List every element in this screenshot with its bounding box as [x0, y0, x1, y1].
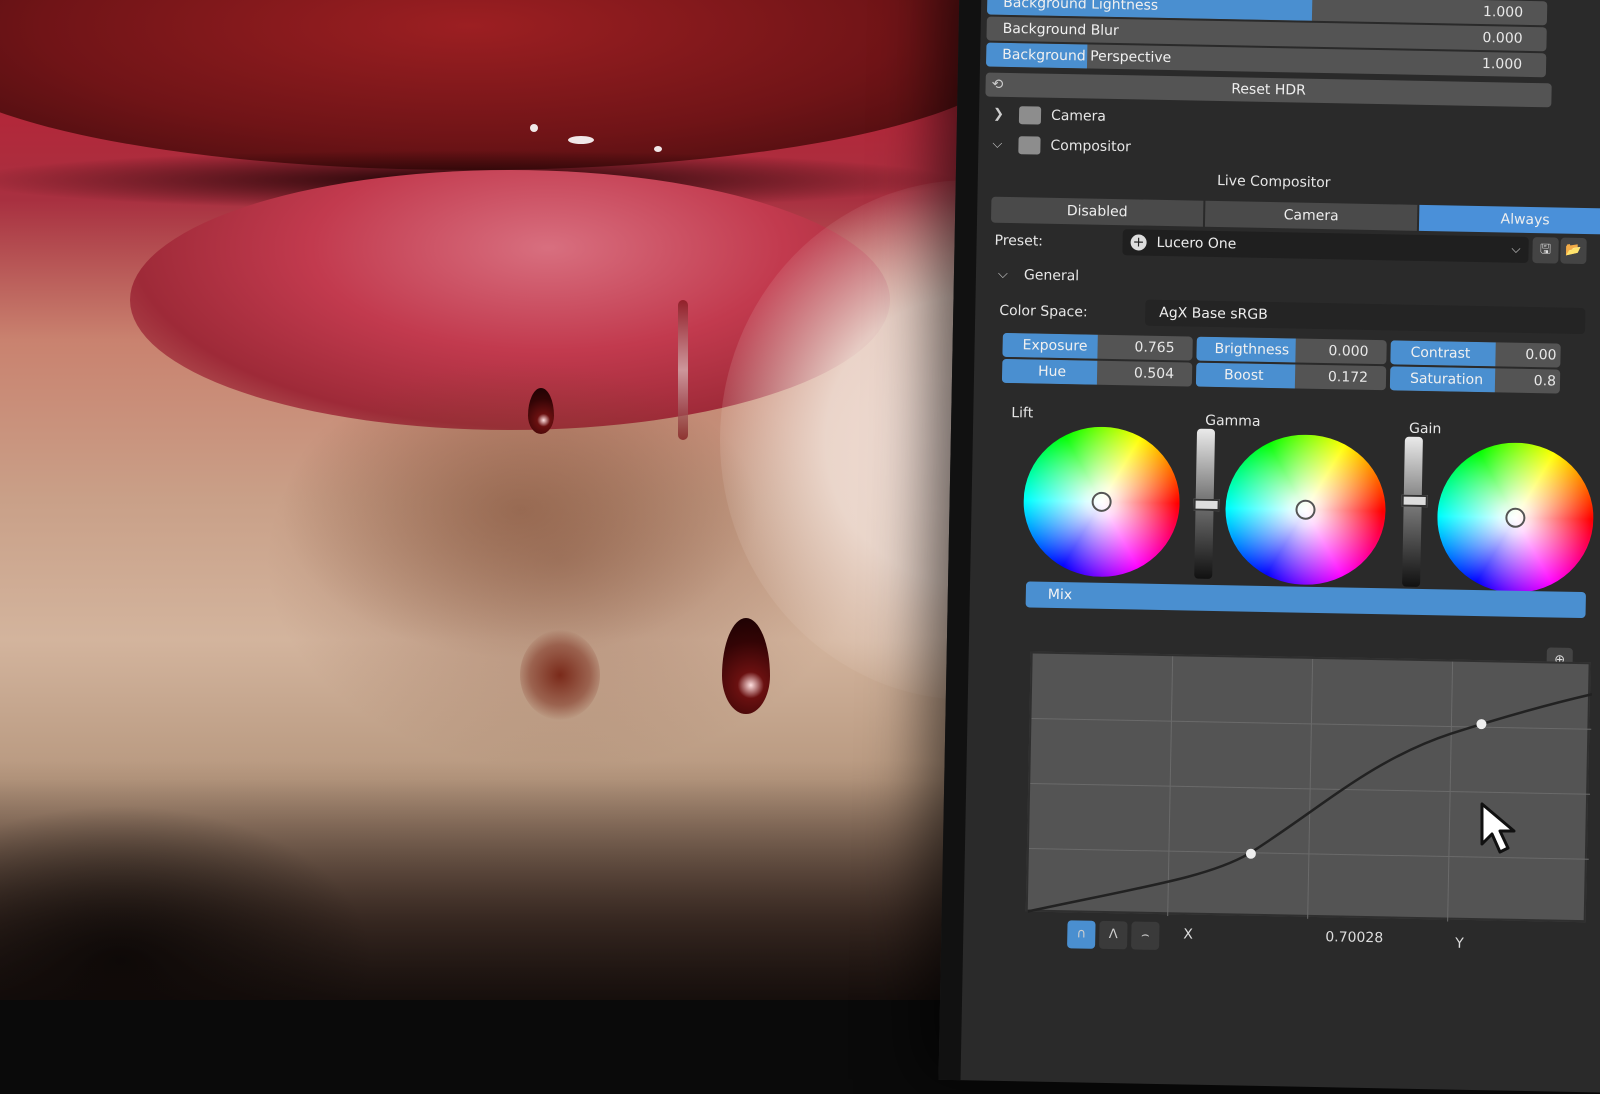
- exposure-field[interactable]: Exposure 0.765: [1002, 332, 1193, 361]
- field-label: Exposure: [1022, 337, 1088, 355]
- general-title: General: [1023, 267, 1080, 285]
- smooth-handle-icon[interactable]: ∩: [1067, 920, 1096, 949]
- reset-hdr-label: Reset HDR: [1231, 81, 1307, 99]
- field-label: Hue: [1037, 363, 1067, 381]
- color-space-dropdown[interactable]: AgX Base sRGB: [1145, 299, 1586, 335]
- mouse-cursor-icon: [1480, 802, 1516, 854]
- curve-graph: [1027, 656, 1593, 922]
- save-preset-icon[interactable]: 🖫: [1532, 237, 1559, 264]
- contrast-field[interactable]: Contrast 0.00: [1390, 340, 1561, 368]
- chevron-right-icon: ❯: [992, 106, 1005, 122]
- reset-icon: ⟲: [991, 76, 1004, 93]
- field-value: 0.000: [1482, 30, 1523, 47]
- color-space-value: AgX Base sRGB: [1159, 304, 1268, 323]
- wheel-knob[interactable]: [1505, 507, 1526, 528]
- field-label: Boost: [1223, 367, 1264, 384]
- slider-knob[interactable]: [1401, 494, 1428, 508]
- field-value: 1.000: [1481, 56, 1523, 73]
- reset-hdr-button[interactable]: ⟲ Reset HDR: [985, 72, 1552, 108]
- auto-handle-icon[interactable]: ⌢: [1131, 921, 1160, 951]
- gain-label: Gain: [1408, 420, 1442, 438]
- curve-grid: [1028, 656, 1592, 922]
- compositor-icon: [1018, 136, 1041, 155]
- upper-lip: [0, 0, 1020, 170]
- saturation-field[interactable]: Saturation 0.8: [1389, 366, 1561, 394]
- properties-panel: Background Lightness 1.000 Background Bl…: [938, 0, 1600, 1094]
- lift-value-slider[interactable]: [1193, 428, 1220, 579]
- camera-title: Camera: [1050, 107, 1107, 125]
- mode-disabled-button[interactable]: Disabled: [990, 196, 1204, 227]
- field-label: Background Blur: [1002, 20, 1119, 40]
- curve-editor[interactable]: [1025, 651, 1593, 923]
- chevron-down-icon: ⌵: [1511, 241, 1521, 256]
- x-label: X: [1183, 926, 1194, 943]
- chevron-down-icon: ⌵: [997, 266, 1008, 282]
- live-compositor-title: Live Compositor: [1216, 172, 1331, 192]
- field-value: 0.504: [1133, 365, 1175, 383]
- field-label: Brigthness: [1214, 340, 1290, 359]
- field-value: 1.000: [1482, 4, 1524, 21]
- mode-camera-button[interactable]: Camera: [1204, 200, 1418, 231]
- live-compositor-modes: Disabled Camera Always: [990, 196, 1600, 235]
- chevron-down-icon: ⌵: [992, 136, 1003, 152]
- skin-stain-small: [520, 630, 600, 720]
- preset-value: Lucero One: [1156, 234, 1237, 253]
- y-label: Y: [1455, 935, 1464, 952]
- bottom-blur: [0, 760, 1100, 1000]
- field-value: 0.172: [1327, 369, 1369, 386]
- x-value[interactable]: 0.70028: [1325, 929, 1383, 946]
- gain-color-wheel[interactable]: [1435, 441, 1595, 595]
- specular-highlight: [654, 146, 662, 152]
- field-label: Contrast: [1410, 344, 1471, 362]
- field-label: Background Perspective: [1002, 46, 1172, 67]
- preset-label: Preset:: [994, 232, 1044, 250]
- drop-large: [722, 618, 770, 714]
- wheel-knob[interactable]: [1295, 499, 1316, 520]
- field-value: 0.00: [1525, 346, 1557, 364]
- field-label: Saturation: [1409, 370, 1484, 389]
- lift-color-wheel[interactable]: [1022, 425, 1182, 579]
- preset-dropdown[interactable]: + Lucero One ⌵: [1122, 229, 1529, 263]
- compositor-title: Compositor: [1050, 137, 1132, 156]
- field-value: 0.8: [1533, 373, 1557, 390]
- general-subpanel-header[interactable]: ⌵ General: [990, 263, 1550, 302]
- drop-small: [528, 388, 554, 434]
- brightness-field[interactable]: Brigthness 0.000: [1196, 336, 1387, 365]
- drip-stream: [678, 300, 688, 440]
- gamma-value-slider[interactable]: [1401, 436, 1428, 587]
- skin-stain: [280, 360, 760, 660]
- gamma-color-wheel[interactable]: [1224, 433, 1387, 587]
- camera-icon: [1018, 106, 1042, 125]
- gamma-label: Gamma: [1205, 412, 1261, 430]
- add-icon: +: [1130, 234, 1147, 251]
- specular-highlight: [568, 136, 594, 144]
- lift-label: Lift: [1011, 405, 1034, 422]
- mode-always-button[interactable]: Always: [1418, 204, 1600, 235]
- slider-knob[interactable]: [1193, 498, 1220, 512]
- hue-field[interactable]: Hue 0.504: [1001, 358, 1193, 387]
- field-value: 0.000: [1328, 343, 1369, 360]
- mix-label: Mix: [1047, 586, 1073, 604]
- wheel-knob[interactable]: [1091, 491, 1112, 513]
- vector-handle-icon[interactable]: Λ: [1099, 920, 1128, 950]
- load-preset-icon[interactable]: 📂: [1560, 237, 1587, 265]
- color-space-label: Color Space:: [999, 302, 1088, 321]
- specular-highlight: [530, 124, 538, 132]
- boost-field[interactable]: Boost 0.172: [1195, 362, 1387, 391]
- field-value: 0.765: [1134, 339, 1175, 357]
